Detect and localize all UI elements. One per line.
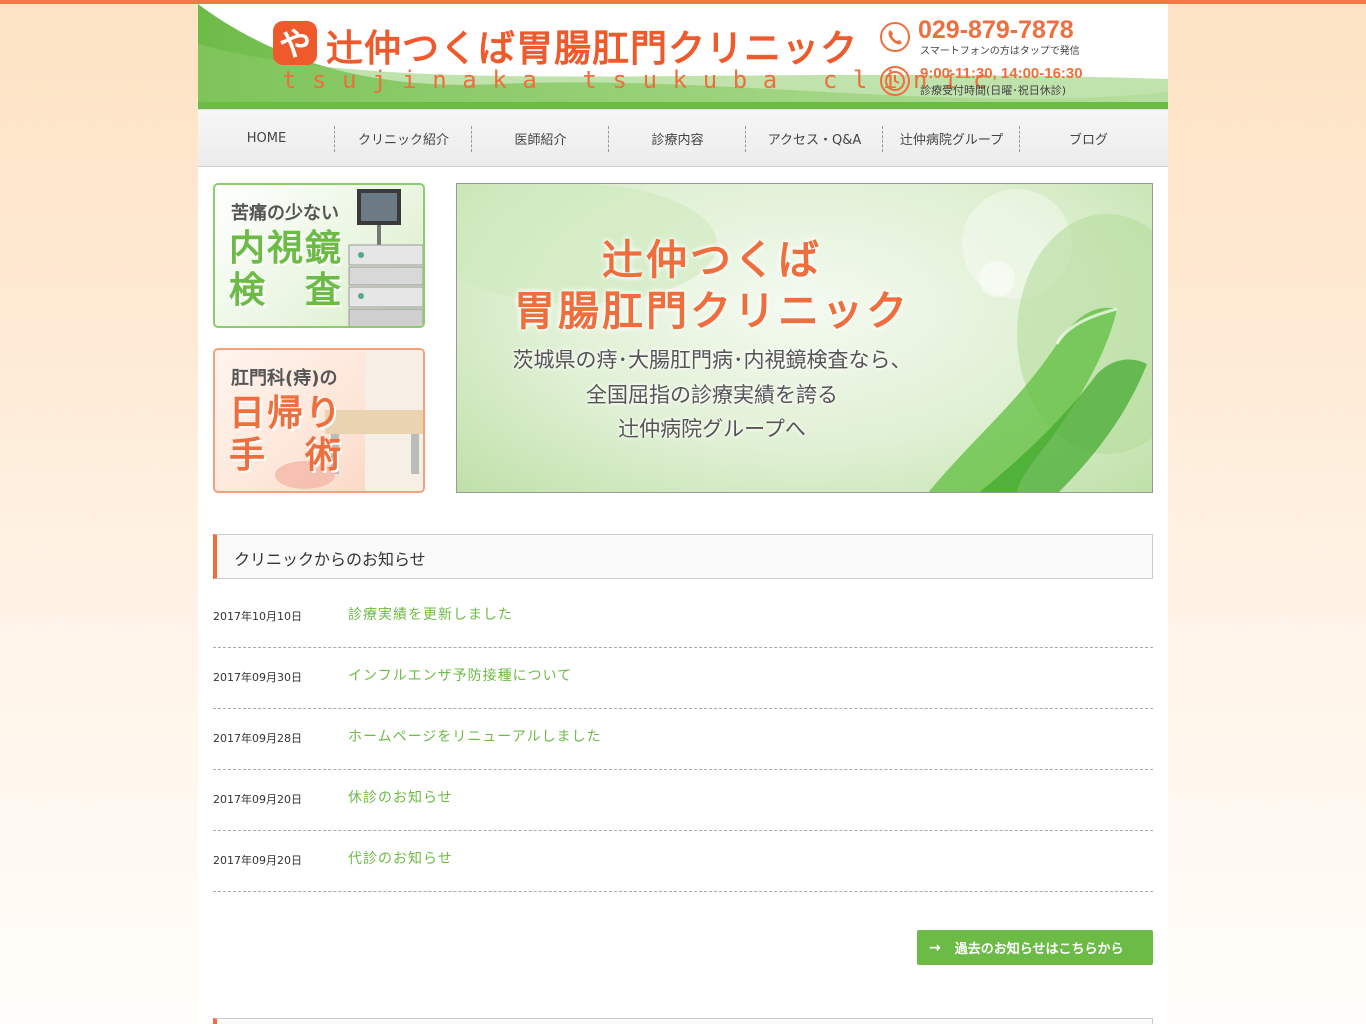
phone-icon: [880, 22, 910, 52]
news-date: 2017年09月20日: [213, 854, 302, 867]
past-news-button-label: 過去のお知らせはこちらから: [954, 942, 1124, 957]
next-section-heading-box: [213, 1018, 1153, 1024]
endoscopy-banner-lead: 苦痛の少ない: [231, 203, 339, 224]
page-container: や 辻仲つくば胃腸肛門クリニック tsujinaka tsukuba clini…: [198, 4, 1168, 1024]
hero-banner: 辻仲つくば 胃腸肛門クリニック 茨城県の痔･大腸肛門病･内視鏡検査なら、 全国屈…: [456, 183, 1153, 493]
news-title-link[interactable]: インフルエンザ予防接種について: [348, 665, 572, 685]
news-heading-box: クリニックからのお知らせ: [213, 534, 1153, 579]
past-news-button[interactable]: → 過去のお知らせはこちらから: [917, 930, 1153, 965]
news-title-link[interactable]: 代診のお知らせ: [348, 848, 453, 868]
endoscopy-banner-line2: 検 査: [229, 270, 344, 311]
day-surgery-banner-line1: 日帰り: [229, 393, 344, 434]
clinic-logo[interactable]: や: [272, 20, 318, 66]
hero-text-line1: 茨城県の痔･大腸肛門病･内視鏡検査なら、: [512, 348, 912, 372]
nav-item-group[interactable]: 辻仲病院グループ: [883, 110, 1020, 166]
news-date: 2017年09月30日: [213, 671, 302, 684]
news-item: 2017年09月20日 休診のお知らせ: [213, 770, 1153, 831]
nav-item-services[interactable]: 診療内容: [609, 110, 746, 166]
news-item: 2017年10月10日 診療実績を更新しました: [213, 587, 1153, 648]
news-item: 2017年09月30日 インフルエンザ予防接種について: [213, 648, 1153, 709]
endoscopy-banner[interactable]: 苦痛の少ない 内視鏡 検 査: [213, 183, 425, 328]
endoscopy-banner-line1: 内視鏡: [229, 228, 344, 269]
news-title-link[interactable]: ホームページをリニューアルしました: [348, 726, 602, 746]
phone-note: スマートフォンの方はタップで発信: [920, 46, 1080, 57]
nav-item-home[interactable]: HOME: [198, 110, 335, 166]
nav-item-access-qa[interactable]: アクセス・Q&A: [746, 110, 883, 166]
news-date: 2017年09月28日: [213, 732, 302, 745]
news-item: 2017年09月28日 ホームページをリニューアルしました: [213, 709, 1153, 770]
news-title-link[interactable]: 休診のお知らせ: [348, 787, 453, 807]
site-title[interactable]: 辻仲つくば胃腸肛門クリニック: [326, 18, 858, 72]
global-nav: HOME クリニック紹介 医師紹介 診療内容 アクセス・Q&A 辻仲病院グループ…: [198, 109, 1168, 167]
news-heading: クリニックからのお知らせ: [234, 550, 426, 569]
site-header: や 辻仲つくば胃腸肛門クリニック tsujinaka tsukuba clini…: [198, 4, 1168, 109]
endoscope-equipment-image: [348, 189, 423, 326]
hero-text-line3: 辻仲病院グループへ: [618, 417, 806, 441]
day-surgery-banner-line2: 手 術: [229, 435, 344, 476]
opening-hours: 9:00-11:30, 14:00-16:30: [920, 65, 1083, 82]
news-item: 2017年09月20日 代診のお知らせ: [213, 831, 1153, 892]
clock-icon: [880, 66, 910, 96]
news-date: 2017年09月20日: [213, 793, 302, 806]
hero-title-line2: 胃腸肛門クリニック: [514, 287, 910, 335]
hours-note: 診療受付時間(日曜･祝日休診): [920, 84, 1067, 97]
hero-text-line2: 全国屈指の診療実績を誇る: [586, 383, 838, 407]
news-date: 2017年10月10日: [213, 610, 302, 623]
nav-item-clinic[interactable]: クリニック紹介: [335, 110, 472, 166]
nav-item-doctors[interactable]: 医師紹介: [472, 110, 609, 166]
news-title-link[interactable]: 診療実績を更新しました: [348, 604, 513, 624]
nav-item-blog[interactable]: ブログ: [1020, 110, 1157, 166]
phone-number-link[interactable]: 029-879-7878: [918, 16, 1074, 45]
arrow-right-icon: →: [929, 939, 941, 956]
day-surgery-banner-lead: 肛門科(痔)の: [231, 368, 338, 389]
logo-glyph: や: [279, 25, 311, 63]
day-surgery-banner[interactable]: 肛門科(痔)の 日帰り 手 術: [213, 348, 425, 493]
